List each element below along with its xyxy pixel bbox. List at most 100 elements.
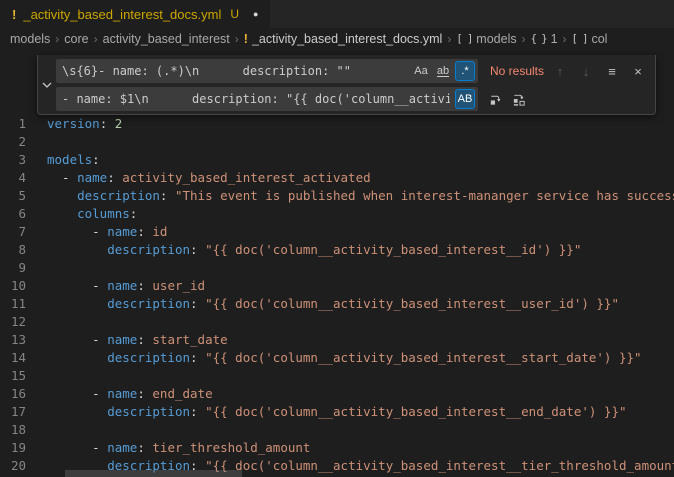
editor-tab[interactable]: ! _activity_based_interest_docs.yml U ●	[0, 0, 270, 28]
code-line[interactable]: 4 - name: activity_based_interest_activa…	[0, 169, 674, 187]
breadcrumb-label: activity_based_interest	[103, 32, 230, 46]
code-text	[26, 367, 47, 385]
breadcrumb-item[interactable]: [ ]models	[456, 32, 516, 46]
close-button[interactable]: ×	[629, 62, 647, 80]
line-number[interactable]: 6	[0, 205, 26, 223]
line-number[interactable]: 9	[0, 259, 26, 277]
line-number[interactable]: 5	[0, 187, 26, 205]
code-line[interactable]: 19 - name: tier_threshold_amount	[0, 439, 674, 457]
editor-pane[interactable]: Aa ab .* No results ↑ ↓ ≡ × AB	[0, 50, 674, 477]
breadcrumb-item[interactable]: !_activity_based_interest_docs.yml	[244, 32, 443, 46]
breadcrumb-label: 1	[551, 32, 558, 46]
breadcrumb-label: col	[591, 32, 607, 46]
breadcrumb-separator: ›	[563, 32, 567, 46]
code-text: description: "{{ doc('column__activity_b…	[26, 241, 581, 259]
breadcrumb-separator: ›	[55, 32, 59, 46]
code-line[interactable]: 18	[0, 421, 674, 439]
git-status-badge: U	[230, 7, 239, 21]
line-number[interactable]: 1	[0, 115, 26, 133]
code-text	[26, 259, 47, 277]
match-case-button[interactable]: Aa	[411, 61, 431, 81]
breadcrumb-item[interactable]: core	[64, 32, 88, 46]
replace-button[interactable]	[486, 90, 504, 108]
line-number[interactable]: 19	[0, 439, 26, 457]
replace-icon	[488, 92, 503, 107]
warning-file-icon: !	[12, 7, 16, 22]
line-number[interactable]: 20	[0, 457, 26, 475]
horizontal-scrollbar[interactable]	[65, 470, 242, 477]
code-text: description: "This event is published wh…	[26, 187, 674, 205]
line-number[interactable]: 14	[0, 349, 26, 367]
array-symbol-icon: [ ]	[572, 33, 588, 45]
breadcrumb: models › core › activity_based_interest › !_ac…	[0, 28, 674, 50]
breadcrumb-item[interactable]: [ ]col	[572, 32, 608, 46]
tab-bar: ! _activity_based_interest_docs.yml U ●	[0, 0, 674, 28]
line-number[interactable]: 13	[0, 331, 26, 349]
code-line[interactable]: 3models:	[0, 151, 674, 169]
breadcrumb-item[interactable]: activity_based_interest	[103, 32, 230, 46]
line-number[interactable]: 15	[0, 367, 26, 385]
code-line[interactable]: 5 description: "This event is published …	[0, 187, 674, 205]
replace-all-button[interactable]	[510, 90, 528, 108]
line-number[interactable]: 18	[0, 421, 26, 439]
array-symbol-icon: [ ]	[456, 33, 472, 45]
replace-all-icon	[512, 92, 527, 107]
code-text: columns:	[26, 205, 137, 223]
code-line[interactable]: 7 - name: id	[0, 223, 674, 241]
line-number[interactable]: 7	[0, 223, 26, 241]
code-area: 1version: 223models:4 - name: activity_b…	[0, 115, 674, 475]
line-number[interactable]: 8	[0, 241, 26, 259]
line-number[interactable]: 3	[0, 151, 26, 169]
breadcrumb-item[interactable]: models	[10, 32, 50, 46]
tab-title: _activity_based_interest_docs.yml	[23, 7, 221, 22]
line-number[interactable]: 2	[0, 133, 26, 151]
preserve-case-button[interactable]: AB	[455, 89, 475, 109]
code-line[interactable]: 10 - name: user_id	[0, 277, 674, 295]
chevron-down-icon	[42, 76, 52, 94]
whole-word-button[interactable]: ab	[433, 61, 453, 81]
code-line[interactable]: 14 description: "{{ doc('column__activit…	[0, 349, 674, 367]
line-number[interactable]: 17	[0, 403, 26, 421]
breadcrumb-label: _activity_based_interest_docs.yml	[252, 32, 442, 46]
object-symbol-icon: { }	[531, 33, 547, 45]
breadcrumb-separator: ›	[522, 32, 526, 46]
code-line[interactable]: 6 columns:	[0, 205, 674, 223]
find-in-selection-button[interactable]: ≡	[603, 62, 621, 80]
code-line[interactable]: 13 - name: start_date	[0, 331, 674, 349]
whole-word-icon: ab	[437, 66, 449, 77]
code-line[interactable]: 12	[0, 313, 674, 331]
code-line[interactable]: 9	[0, 259, 674, 277]
breadcrumb-label: core	[64, 32, 88, 46]
find-input-box: Aa ab .*	[56, 59, 478, 83]
breadcrumb-separator: ›	[235, 32, 239, 46]
code-line[interactable]: 2	[0, 133, 674, 151]
code-line[interactable]: 11 description: "{{ doc('column__activit…	[0, 295, 674, 313]
find-widget: Aa ab .* No results ↑ ↓ ≡ × AB	[37, 55, 656, 115]
breadcrumb-separator: ›	[447, 32, 451, 46]
breadcrumb-separator: ›	[94, 32, 98, 46]
breadcrumb-label: models	[10, 32, 50, 46]
code-text: - name: user_id	[26, 277, 205, 295]
line-number[interactable]: 12	[0, 313, 26, 331]
code-text: - name: activity_based_interest_activate…	[26, 169, 371, 187]
replace-input[interactable]	[56, 87, 478, 111]
line-number[interactable]: 4	[0, 169, 26, 187]
previous-match-button[interactable]: ↑	[551, 62, 569, 80]
toggle-replace-button[interactable]	[38, 55, 56, 114]
code-text: description: "{{ doc('column__activity_b…	[26, 349, 642, 367]
code-line[interactable]: 8 description: "{{ doc('column__activity…	[0, 241, 674, 259]
code-text: version: 2	[26, 115, 122, 133]
line-number[interactable]: 16	[0, 385, 26, 403]
modified-indicator[interactable]: ●	[253, 9, 258, 19]
line-number[interactable]: 10	[0, 277, 26, 295]
code-line[interactable]: 17 description: "{{ doc('column__activit…	[0, 403, 674, 421]
next-match-button[interactable]: ↓	[577, 62, 595, 80]
breadcrumb-item[interactable]: { } 1	[531, 32, 558, 46]
code-line[interactable]: 16 - name: end_date	[0, 385, 674, 403]
code-text: description: "{{ doc('column__activity_b…	[26, 403, 627, 421]
code-text: - name: start_date	[26, 331, 228, 349]
line-number[interactable]: 11	[0, 295, 26, 313]
code-line[interactable]: 15	[0, 367, 674, 385]
regex-button[interactable]: .*	[455, 61, 475, 81]
code-line[interactable]: 1version: 2	[0, 115, 674, 133]
